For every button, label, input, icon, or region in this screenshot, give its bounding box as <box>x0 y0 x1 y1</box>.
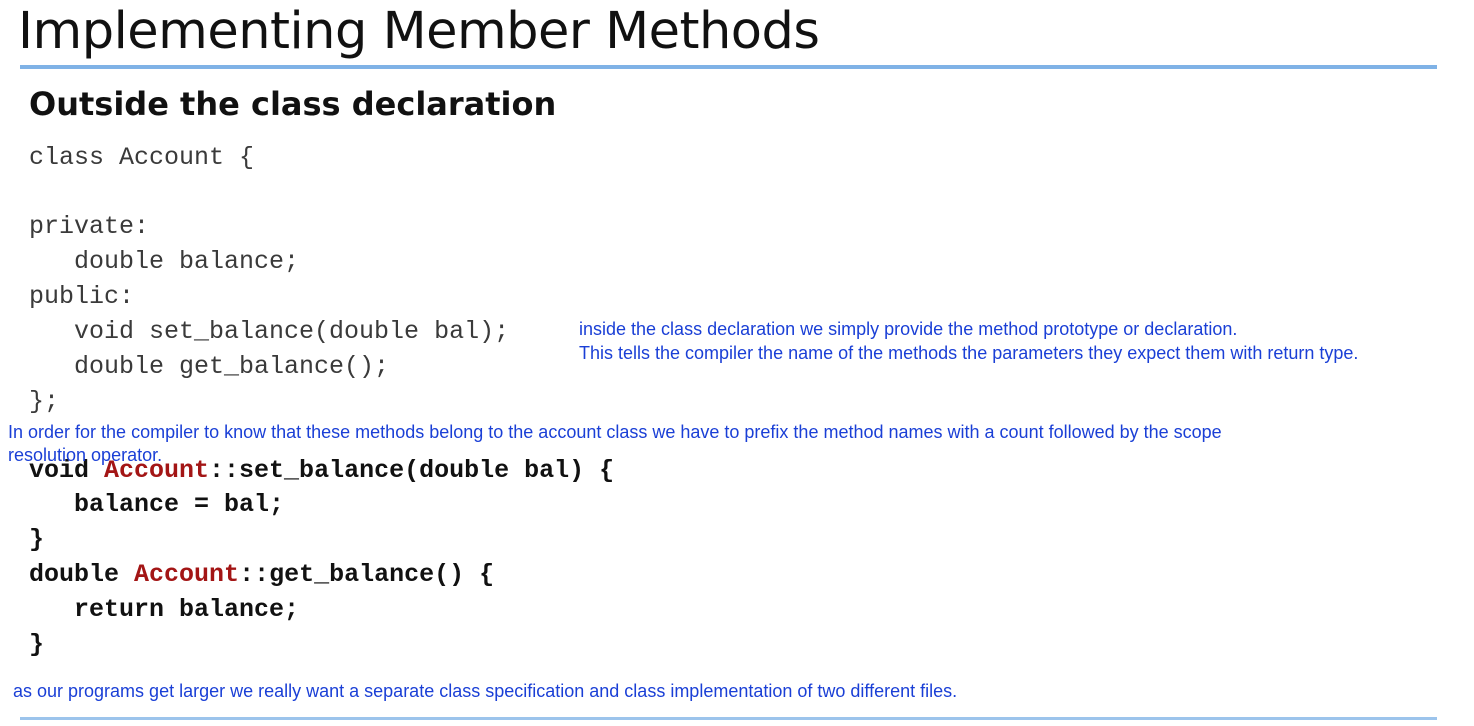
code-line: } <box>29 630 45 659</box>
class-name: Account <box>134 560 240 589</box>
method-signature: ::set_balance(double bal) { <box>209 456 615 485</box>
code-line: balance = bal; <box>29 490 285 519</box>
code-line: double Account::get_balance() { <box>29 560 494 590</box>
code-line: double get_balance(); <box>29 352 390 381</box>
code-line: } <box>29 525 45 554</box>
keyword: double <box>29 560 135 589</box>
footer-divider <box>20 717 1437 720</box>
code-line: class Account { <box>29 143 255 172</box>
code-line: public: <box>29 282 135 311</box>
title-divider <box>20 65 1437 69</box>
annotation-prototype-continued: This tells the compiler the name of the … <box>579 343 1359 363</box>
annotation-scope-continued: resolution operator. <box>8 445 163 465</box>
code-line: }; <box>29 387 60 416</box>
section-heading: Outside the class declaration <box>29 85 557 123</box>
code-line: double balance; <box>29 247 300 276</box>
code-line: void set_balance(double bal); <box>29 317 510 346</box>
annotation-scope: In order for the compiler to know that t… <box>8 422 1222 442</box>
page-title: Implementing Member Methods <box>18 2 820 61</box>
code-line: private: <box>29 212 150 241</box>
annotation-separate-files: as our programs get larger we really wan… <box>13 681 958 701</box>
code-line: return balance; <box>29 595 300 624</box>
annotation-prototype: inside the class declaration we simply p… <box>579 319 1238 339</box>
method-signature: ::get_balance() { <box>239 560 495 589</box>
